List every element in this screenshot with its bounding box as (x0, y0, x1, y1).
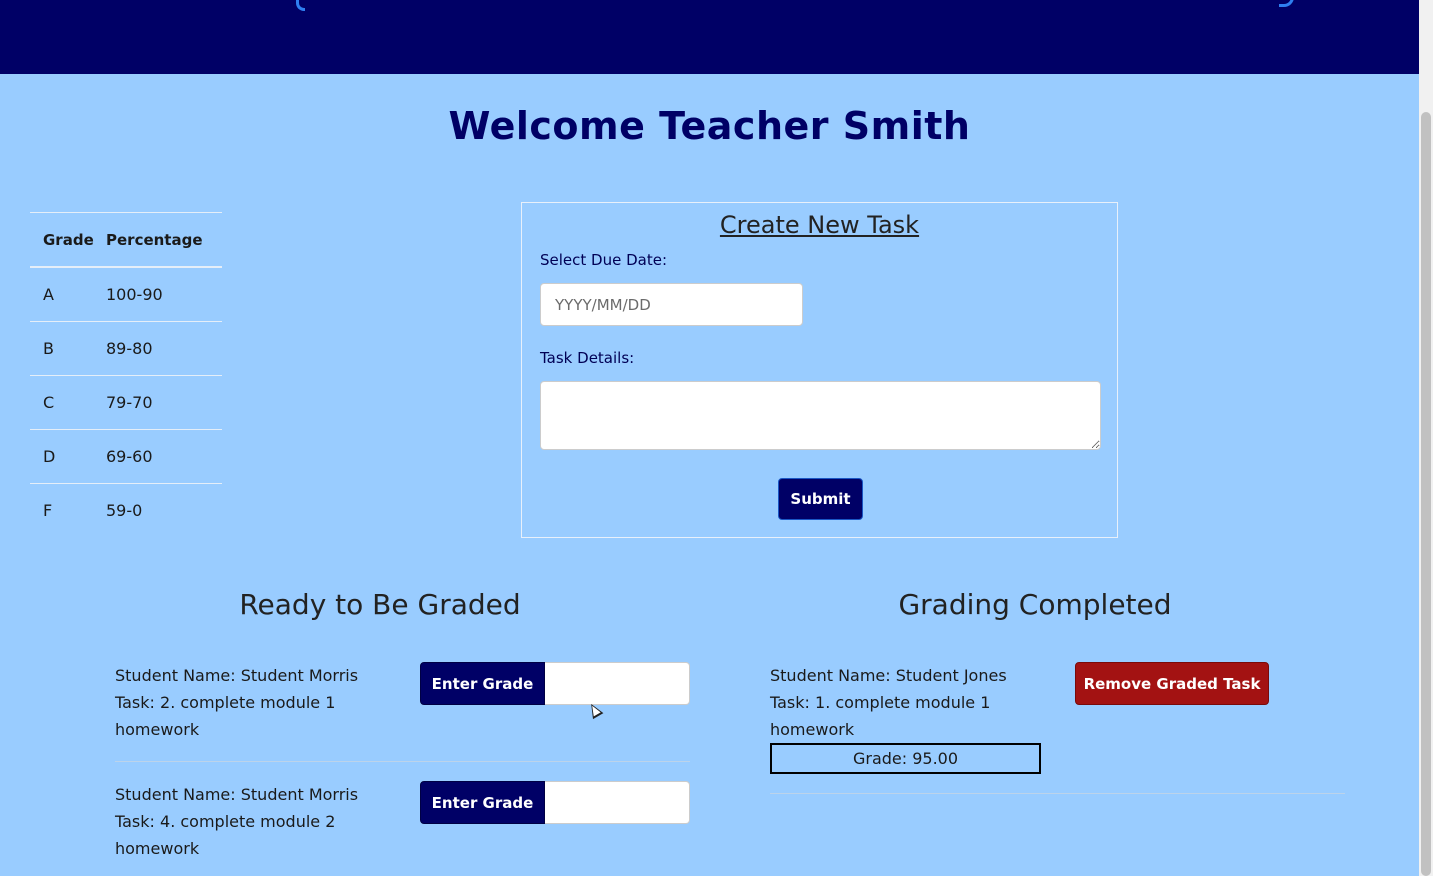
scrollbar-thumb[interactable] (1421, 112, 1431, 876)
divider (115, 761, 690, 762)
enter-grade-button[interactable]: Enter Grade (420, 781, 545, 824)
percentage-cell: 59-0 (106, 483, 222, 537)
grade-cell: A (30, 266, 106, 322)
percentage-cell: 79-70 (106, 375, 222, 430)
ready-to-grade-title: Ready to Be Graded (239, 588, 521, 621)
grade-scale-table: Grade Percentage A 100-90 B 89-80 C 79-7… (30, 212, 222, 537)
task-description: Task: 1. complete module 1 homework (770, 693, 991, 739)
percentage-cell: 89-80 (106, 321, 222, 376)
table-row: F 59-0 (30, 483, 222, 537)
task-description: Task: 4. complete module 2 homework (115, 812, 336, 858)
create-task-title: Create New Task (719, 211, 920, 239)
percentage-cell: 100-90 (106, 266, 222, 322)
grade-cell: C (30, 375, 106, 430)
remove-graded-task-button[interactable]: Remove Graded Task (1075, 662, 1269, 705)
top-navbar (0, 0, 1419, 74)
grading-completed-title: Grading Completed (898, 588, 1172, 621)
grade-input-group: Enter Grade (420, 781, 690, 824)
page: Welcome Teacher Smith Grade Percentage A… (0, 0, 1433, 876)
table-row: A 100-90 (30, 266, 222, 322)
percentage-cell: 69-60 (106, 429, 222, 484)
student-name: Student Name: Student Morris (115, 666, 359, 685)
navbar-decoration-right (1279, 0, 1294, 7)
submit-button[interactable]: Submit (778, 478, 863, 520)
list-item: Student Name: Student Morris Task: 4. co… (115, 781, 385, 862)
enter-grade-button[interactable]: Enter Grade (420, 662, 545, 705)
table-row: D 69-60 (30, 429, 222, 484)
due-date-input[interactable] (540, 283, 803, 326)
grade-input[interactable] (545, 662, 690, 705)
student-name: Student Name: Student Morris (115, 785, 359, 804)
grade-input[interactable] (545, 781, 690, 824)
page-title: Welcome Teacher Smith (448, 104, 971, 148)
grade-cell: D (30, 429, 106, 484)
student-name: Student Name: Student Jones (770, 666, 1007, 685)
task-details-textarea[interactable] (540, 381, 1101, 450)
column-header-grade: Grade (30, 212, 106, 268)
divider (770, 793, 1345, 794)
grade-input-group: Enter Grade (420, 662, 690, 705)
table-row: C 79-70 (30, 375, 222, 430)
column-header-percentage: Percentage (106, 212, 222, 268)
task-details-label: Task Details: (540, 349, 635, 367)
navbar-decoration-left (296, 0, 305, 11)
grade-display: Grade: 95.00 (770, 743, 1041, 774)
due-date-label: Select Due Date: (540, 251, 668, 269)
task-description: Task: 2. complete module 1 homework (115, 693, 336, 739)
table-header-row: Grade Percentage (30, 212, 222, 268)
grade-cell: F (30, 483, 106, 537)
table-row: B 89-80 (30, 321, 222, 376)
grade-cell: B (30, 321, 106, 376)
list-item: Student Name: Student Jones Task: 1. com… (770, 662, 1040, 743)
create-task-form: Create New Task Select Due Date: Task De… (521, 202, 1118, 538)
list-item: Student Name: Student Morris Task: 2. co… (115, 662, 385, 743)
